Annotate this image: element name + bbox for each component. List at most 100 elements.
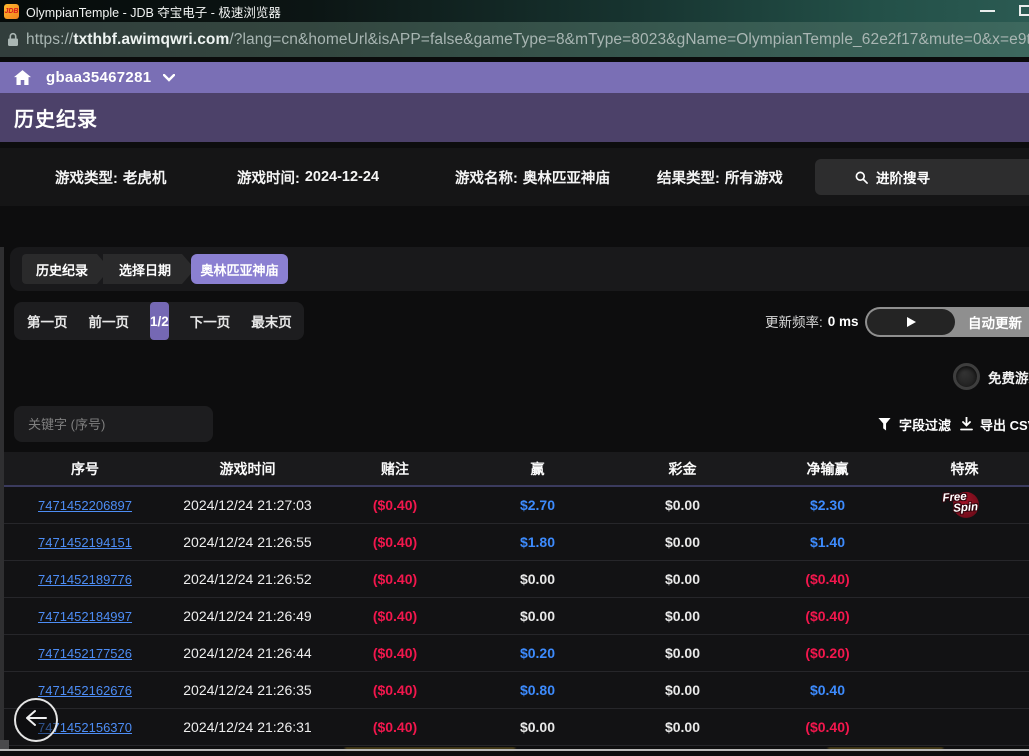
download-icon xyxy=(960,417,973,431)
table-row: 74714521626762024/12/24 21:26:35($0.40)$… xyxy=(0,672,1029,709)
jdb-favicon-icon: JDB xyxy=(4,4,19,19)
free-game-label[interactable]: 免费游戏 xyxy=(988,363,1029,390)
last-page-button[interactable]: 最末页 xyxy=(251,311,292,331)
page-title-band: 历史纪录 xyxy=(0,93,1029,142)
bet-cell: ($0.40) xyxy=(325,561,465,597)
col-header-win: 赢 xyxy=(465,452,610,485)
col-header-net: 净输赢 xyxy=(755,452,900,485)
win-cell: $2.70 xyxy=(465,487,610,523)
free-spin-badge: FreeSpin xyxy=(940,488,990,521)
col-header-bet: 赌注 xyxy=(325,452,465,485)
filter-game-name[interactable]: 游戏名称: 奥林匹亚神庙 xyxy=(455,148,610,206)
game-time-cell: 2024/12/24 21:26:52 xyxy=(170,561,325,597)
net-cell: $1.40 xyxy=(755,524,900,560)
left-scrollbar[interactable] xyxy=(0,247,4,749)
net-cell: ($0.40) xyxy=(755,561,900,597)
back-arrow-icon xyxy=(25,709,47,732)
home-icon[interactable] xyxy=(14,70,31,85)
left-scrollbar-thumb[interactable] xyxy=(0,740,9,749)
search-input[interactable] xyxy=(14,406,213,442)
bet-cell: ($0.40) xyxy=(325,598,465,634)
special-cell xyxy=(900,672,1029,708)
bet-cell: ($0.40) xyxy=(325,524,465,560)
bet-cell: ($0.40) xyxy=(325,635,465,671)
advanced-search-button[interactable]: 进阶搜寻 xyxy=(815,159,1029,195)
current-page-indicator[interactable]: 1/2 xyxy=(150,302,169,340)
breadcrumb-history[interactable]: 历史纪录 xyxy=(22,254,110,284)
jackpot-cell: $0.00 xyxy=(610,635,755,671)
col-header-jackpot: 彩金 xyxy=(610,452,755,485)
maximize-icon[interactable] xyxy=(1019,5,1029,16)
table-row: 74714522068972024/12/24 21:27:03($0.40)$… xyxy=(0,487,1029,524)
auto-update-label: 自动更新 xyxy=(968,312,1022,332)
field-filter-button[interactable]: 字段过滤 xyxy=(878,406,951,442)
free-game-radio[interactable] xyxy=(953,363,980,390)
bet-cell: ($0.40) xyxy=(325,672,465,708)
pagination: 第一页 前一页 1/2 下一页 最末页 xyxy=(14,302,304,340)
serial-number-link[interactable]: 7471452184997 xyxy=(38,609,132,624)
special-cell xyxy=(900,709,1029,745)
serial-number-link[interactable]: 7471452189776 xyxy=(38,572,132,587)
breadcrumb-game-name[interactable]: 奥林匹亚神庙 xyxy=(191,254,288,284)
table-body: 74714522068972024/12/24 21:27:03($0.40)$… xyxy=(0,487,1029,746)
game-time-cell: 2024/12/24 21:27:03 xyxy=(170,487,325,523)
chevron-down-icon[interactable] xyxy=(163,74,175,82)
advanced-search-label: 进阶搜寻 xyxy=(876,167,930,187)
refresh-rate: 更新频率: 0 ms xyxy=(765,302,859,340)
filter-funnel-icon xyxy=(878,418,891,431)
win-cell: $0.80 xyxy=(465,672,610,708)
game-time-cell: 2024/12/24 21:26:31 xyxy=(170,709,325,745)
net-cell: $2.30 xyxy=(755,487,900,523)
page-title: 历史纪录 xyxy=(14,103,98,132)
export-csv-button[interactable]: 导出 CSV xyxy=(960,406,1029,442)
lock-icon xyxy=(7,32,19,47)
filter-game-name-label: 游戏名称: xyxy=(455,167,518,188)
filter-result-type[interactable]: 结果类型: 所有游戏 xyxy=(657,148,783,206)
window-title: OlympianTemple - JDB 夺宝电子 - 极速浏览器 xyxy=(26,2,281,21)
col-header-special: 特殊 xyxy=(900,452,1029,485)
game-time-cell: 2024/12/24 21:26:55 xyxy=(170,524,325,560)
minimize-icon[interactable] xyxy=(980,10,995,12)
first-page-button[interactable]: 第一页 xyxy=(27,311,68,331)
summary-divider xyxy=(0,749,1029,751)
jackpot-cell: $0.00 xyxy=(610,487,755,523)
next-page-button[interactable]: 下一页 xyxy=(190,311,231,331)
field-filter-label: 字段过滤 xyxy=(899,415,951,434)
keyword-search xyxy=(14,406,213,442)
browser-titlebar: JDB OlympianTemple - JDB 夺宝电子 - 极速浏览器 xyxy=(0,0,1029,22)
username-dropdown[interactable]: gbaa35467281 xyxy=(46,69,151,86)
special-cell xyxy=(900,524,1029,560)
toggle-knob[interactable] xyxy=(867,309,955,335)
jackpot-cell: $0.00 xyxy=(610,561,755,597)
table-header-row: 序号 游戏时间 赌注 赢 彩金 净输赢 特殊 xyxy=(0,452,1029,487)
breadcrumb-select-date[interactable]: 选择日期 xyxy=(103,254,195,284)
table-row: 74714521897762024/12/24 21:26:52($0.40)$… xyxy=(0,561,1029,598)
filter-game-time[interactable]: 游戏时间: 2024-12-24 xyxy=(237,148,379,206)
address-bar[interactable]: https://txthbf.awimqwri.com/?lang=cn&hom… xyxy=(0,22,1029,57)
url-domain: txthbf.awimqwri.com xyxy=(73,31,229,48)
auto-update-toggle[interactable]: 自动更新 xyxy=(865,307,1029,337)
net-cell: $0.40 xyxy=(755,672,900,708)
win-cell: $0.00 xyxy=(465,561,610,597)
special-cell xyxy=(900,598,1029,634)
refresh-rate-label: 更新频率: xyxy=(765,311,823,331)
filter-game-type-label: 游戏类型: xyxy=(55,167,118,188)
jackpot-cell: $0.00 xyxy=(610,598,755,634)
filter-game-type[interactable]: 游戏类型: 老虎机 xyxy=(55,148,166,206)
serial-number-link[interactable]: 7471452177526 xyxy=(38,646,132,661)
win-cell: $0.00 xyxy=(465,709,610,745)
col-header-serial: 序号 xyxy=(0,452,170,485)
table-row: 74714521775262024/12/24 21:26:44($0.40)$… xyxy=(0,635,1029,672)
serial-number-link[interactable]: 7471452206897 xyxy=(38,498,132,513)
back-button[interactable] xyxy=(14,698,58,742)
win-cell: $0.00 xyxy=(465,598,610,634)
serial-number-link[interactable]: 7471452194151 xyxy=(38,535,132,550)
prev-page-button[interactable]: 前一页 xyxy=(89,311,130,331)
breadcrumb: 历史纪录 选择日期 奥林匹亚神庙 xyxy=(10,247,1029,291)
filter-game-name-value: 奥林匹亚神庙 xyxy=(523,167,610,188)
jackpot-cell: $0.00 xyxy=(610,672,755,708)
serial-number-link[interactable]: 7471452162676 xyxy=(38,683,132,698)
net-cell: ($0.40) xyxy=(755,709,900,745)
history-table: 序号 游戏时间 赌注 赢 彩金 净输赢 特殊 7471452206897 2024… xyxy=(0,452,1029,746)
filter-game-time-label: 游戏时间: xyxy=(237,167,300,188)
